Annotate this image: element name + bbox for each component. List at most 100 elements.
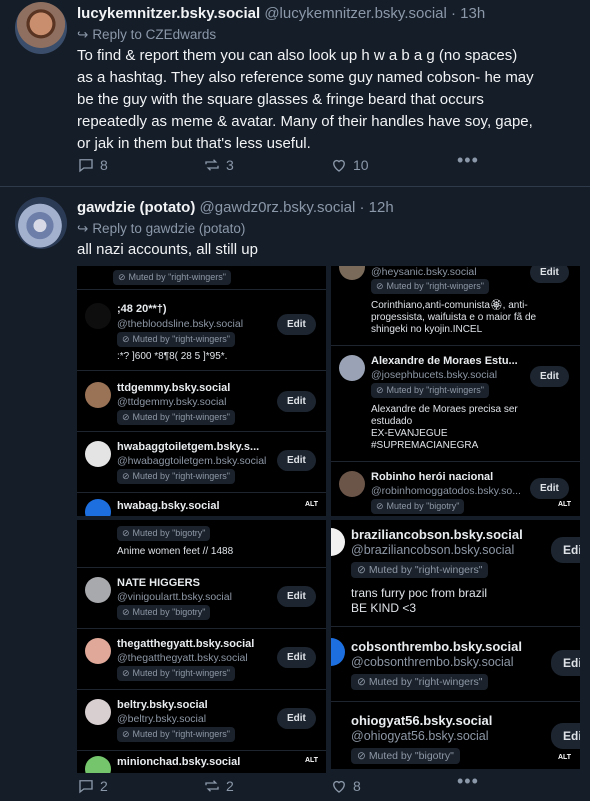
mute-icon: ⊘ [122,668,130,678]
list-item: ⊘ Muted by "right-wingers" [77,266,326,290]
mute-icon: ⊘ [357,750,366,762]
ellipsis-icon[interactable]: ••• [457,150,479,171]
heart-icon [333,780,345,793]
muted-badge: ⊘ Muted by "right-wingers" [117,332,235,347]
list-item: Alexandre de Moraes Estu... @josephbucet… [331,347,580,462]
account-handle: @hwabaggtoiletgem.bsky.social [117,455,267,467]
list-item: ;48 20**†) @thebloodsline.bsky.social ⊘ M… [77,291,326,371]
edit-button: Edit [277,450,316,471]
list-item: hwabag.bsky.social [77,494,326,516]
avatar [331,638,345,666]
list-item: minionchad.bsky.social [77,752,326,773]
edit-button: Edi [551,723,580,749]
avatar [85,382,111,408]
reply-button[interactable]: 8 [77,156,108,174]
account-name: NATE HIGGERS [117,577,200,589]
reply-arrow-icon: ↪ [77,27,89,42]
comment-bubble-icon [79,159,93,173]
account-bio: Anime women feet // 1488 [117,546,234,557]
display-name[interactable]: lucykemnitzer.bsky.social [77,5,260,22]
account-name: ohiogyat56.bsky.social [351,713,493,728]
account-name: Alexandre de Moraes Estu... [371,355,518,367]
account-handle: @vinigoulartt.bsky.social [117,591,232,603]
like-count: 8 [353,778,361,794]
screenshot-image-3[interactable]: ⊘ Muted by "bigotry" Anime women feet // … [77,520,326,773]
mute-icon: ⊘ [376,385,384,395]
repost-arrows-icon [205,159,219,171]
account-handle: @robinhomoggatodos.bsky.so... [371,485,521,497]
alt-badge[interactable]: ALT [302,756,322,765]
image-grid[interactable]: ⊘ Muted by "right-wingers" ;48 20**†) @th… [77,266,580,773]
list-item: ohiogyat56.bsky.social @ohiogyat56.bsky.… [331,703,580,769]
muted-badge: ⊘ Muted by "bigotry" [351,748,460,764]
muted-badge: ⊘ Muted by "right-wingers" [113,270,231,285]
repost-button[interactable]: 2 [203,777,234,795]
account-name: ttdgemmy.bsky.social [117,382,231,394]
comment-bubble-icon [79,780,93,794]
avatar [85,499,111,516]
handle-and-time[interactable]: @lucykemnitzer.bsky.social · 13h [264,5,485,22]
post-text-line: repeatedly as meme & avatar. Many of the… [77,113,533,130]
avatar[interactable] [15,2,67,54]
post-text-line: be the guy with the square glasses & fri… [77,91,484,108]
like-button[interactable]: 10 [330,156,369,174]
mute-icon: ⊘ [122,471,130,481]
account-name: braziliancobson.bsky.social [351,527,523,542]
account-bio: :*? ]600 *8¶8( 28 5 ]*95*. [117,351,228,362]
post-text-line: as a hashtag. They also reference some g… [77,69,534,86]
mute-icon: ⊘ [376,501,384,511]
reply-arrow-icon: ↪ [77,221,89,236]
screenshot-image-2[interactable]: @heysanic.bsky.social ⊘ Muted by "right-w… [331,266,580,516]
screenshot-image-1[interactable]: ⊘ Muted by "right-wingers" ;48 20**†) @th… [77,266,326,516]
alt-badge[interactable]: ALT [555,753,575,762]
list-item: hwabaggtoiletgem.bsky.s... @hwabaggtoile… [77,433,326,493]
avatar [85,699,111,725]
repost-button[interactable]: 3 [203,156,234,174]
account-handle: @ttdgemmy.bsky.social [117,396,227,408]
post-text: To find & report them you can also look … [77,45,577,155]
alt-badge[interactable]: ALT [302,500,322,509]
list-item: thegatthegyatt.bsky.social @thegatthegya… [77,630,326,690]
reply-to-line[interactable]: ↪ Reply to CZEdwards [77,27,216,43]
post-actions: 2 2 8 ••• [77,771,517,799]
muted-badge: ⊘ Muted by "right-wingers" [351,562,489,578]
reply-to-line[interactable]: ↪ Reply to gawdzie (potato) [77,221,245,237]
screenshot-image-4[interactable]: braziliancobson.bsky.social @brazilianco… [331,520,580,769]
mute-icon: ⊘ [357,564,366,576]
avatar[interactable] [15,197,67,249]
post-text-line: To find & report them you can also look … [77,47,518,64]
ellipsis-icon[interactable]: ••• [457,771,479,792]
account-handle: @heysanic.bsky.social [371,266,477,278]
alt-badge[interactable]: ALT [555,500,575,509]
mute-icon: ⊘ [376,281,384,291]
muted-badge: ⊘ Muted by "right-wingers" [117,727,235,742]
edit-button: Edit [277,586,316,607]
post-actions: 8 3 10 ••• [77,150,517,178]
avatar [339,355,365,381]
edit-button: Edi [551,537,580,563]
list-item: braziliancobson.bsky.social @brazilianco… [331,520,580,627]
edit-button: Edi [551,650,580,676]
account-handle: @josephbucets.bsky.social [371,369,498,381]
reply-button[interactable]: 2 [77,777,108,795]
account-handle: @cobsonthrembo.bsky.social [351,655,514,669]
muted-badge: ⊘ Muted by "bigotry" [117,526,211,541]
like-button[interactable]: 8 [330,777,361,795]
mute-icon: ⊘ [357,676,366,688]
repost-arrows-icon [205,780,219,792]
reply-count: 8 [100,157,108,173]
display-name[interactable]: gawdzie (potato) [77,199,195,216]
edit-button: Edit [277,314,316,335]
avatar [339,471,365,497]
edit-button: Edit [530,266,569,283]
account-name: cobsonthrembo.bsky.social [351,639,522,654]
muted-badge: ⊘ Muted by "bigotry" [117,605,211,620]
account-name: minionchad.bsky.social [117,756,241,768]
muted-badge: ⊘ Muted by "right-wingers" [117,666,235,681]
list-item: ⊘ Muted by "bigotry" Anime women feet // … [77,520,326,568]
list-item: beltry.bsky.social @beltry.bsky.social ⊘… [77,691,326,751]
post-lucykemnitzer[interactable]: lucykemnitzer.bsky.social @lucykemnitzer… [0,0,590,186]
handle-and-time[interactable]: @gawdz0rz.bsky.social · 12h [200,199,394,216]
account-handle: @braziliancobson.bsky.social [351,543,515,557]
reply-to-label: Reply to gawdzie (potato) [92,221,246,236]
